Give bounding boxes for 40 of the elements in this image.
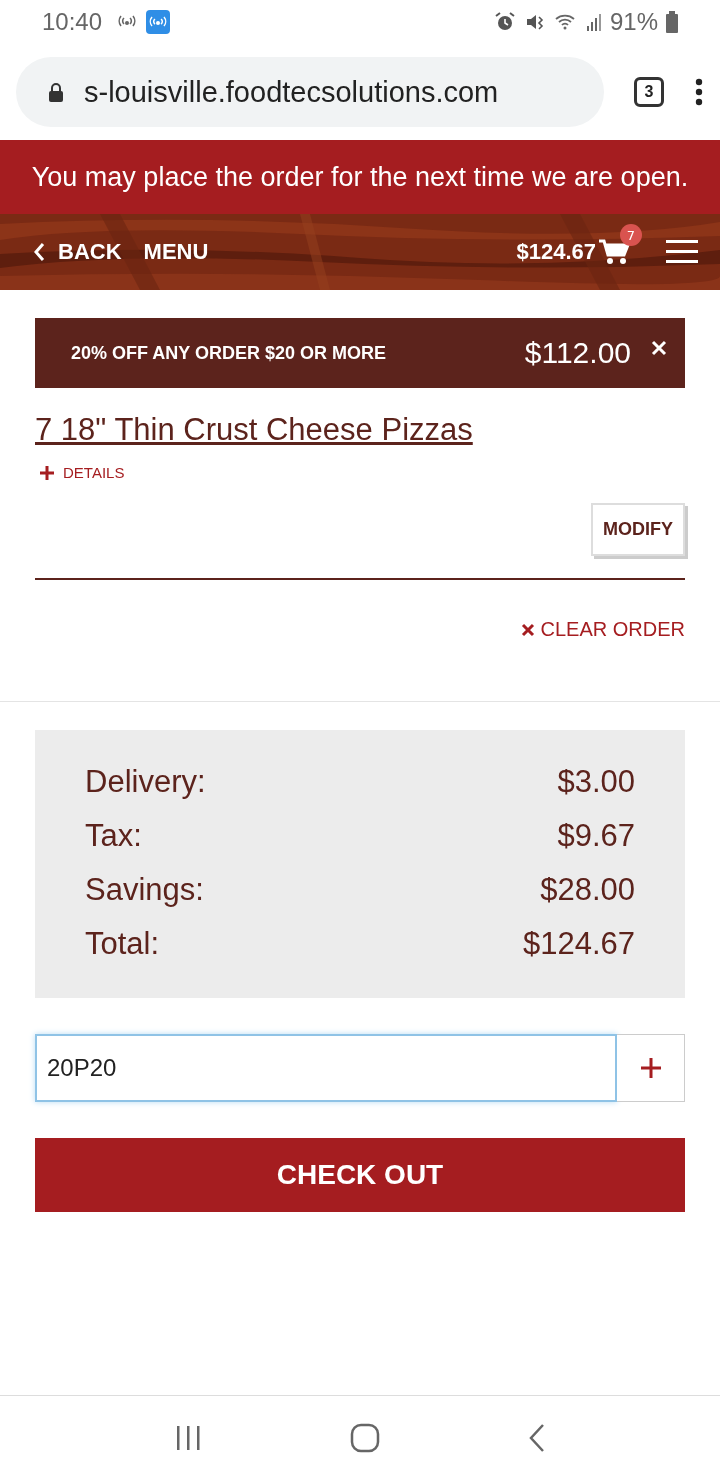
details-toggle[interactable]: DETAILS <box>35 464 125 481</box>
menu-icon[interactable] <box>666 239 698 265</box>
summary-value: $124.67 <box>522 925 635 963</box>
summary-value: $3.00 <box>557 763 635 801</box>
back-button[interactable]: BACK <box>32 239 122 265</box>
hotspot-app-icon <box>146 10 171 34</box>
plus-icon <box>39 464 55 481</box>
lock-icon <box>48 82 64 102</box>
summary-label: Savings: <box>85 871 204 909</box>
back-nav-icon[interactable] <box>528 1423 546 1453</box>
status-time: 10:40 <box>42 8 103 36</box>
summary-value: $9.67 <box>557 817 635 855</box>
summary-label: Total: <box>85 925 160 963</box>
address-bar[interactable]: s-louisville.foodtecsolutions.com <box>16 57 604 127</box>
modify-button[interactable]: MODIFY <box>591 503 685 556</box>
close-icon[interactable] <box>651 340 667 356</box>
summary-label: Delivery: <box>85 763 206 801</box>
notice-text: You may place the order for the next time we are open. <box>30 161 690 194</box>
battery-level: 91% <box>609 8 658 36</box>
tab-count-button[interactable]: 3 <box>634 77 664 107</box>
add-coupon-button[interactable] <box>617 1034 685 1102</box>
summary-value: $28.00 <box>540 871 635 909</box>
home-icon[interactable] <box>350 1423 380 1453</box>
summary-label: Tax: <box>85 817 142 855</box>
close-icon <box>520 622 535 637</box>
signal-icon <box>585 12 602 32</box>
alarm-icon <box>493 11 516 33</box>
recent-apps-icon[interactable] <box>174 1425 202 1451</box>
clear-order-button[interactable]: CLEAR ORDER <box>520 618 685 641</box>
cart-icon <box>598 238 630 266</box>
checkout-button[interactable]: CHECK OUT <box>35 1138 685 1212</box>
plus-icon <box>638 1056 663 1080</box>
promo-amount: $112.00 <box>524 336 631 370</box>
item-title-link[interactable]: 7 18" Thin Crust Cheese Pizzas <box>35 412 473 448</box>
menu-link[interactable]: MENU <box>143 239 209 265</box>
promo-label: 20% OFF ANY ORDER $20 OR MORE <box>71 342 387 364</box>
chevron-left-icon <box>32 241 46 263</box>
coupon-input[interactable]: 20P20 <box>35 1034 617 1102</box>
battery-icon <box>666 11 678 33</box>
more-options-icon[interactable] <box>694 78 704 106</box>
